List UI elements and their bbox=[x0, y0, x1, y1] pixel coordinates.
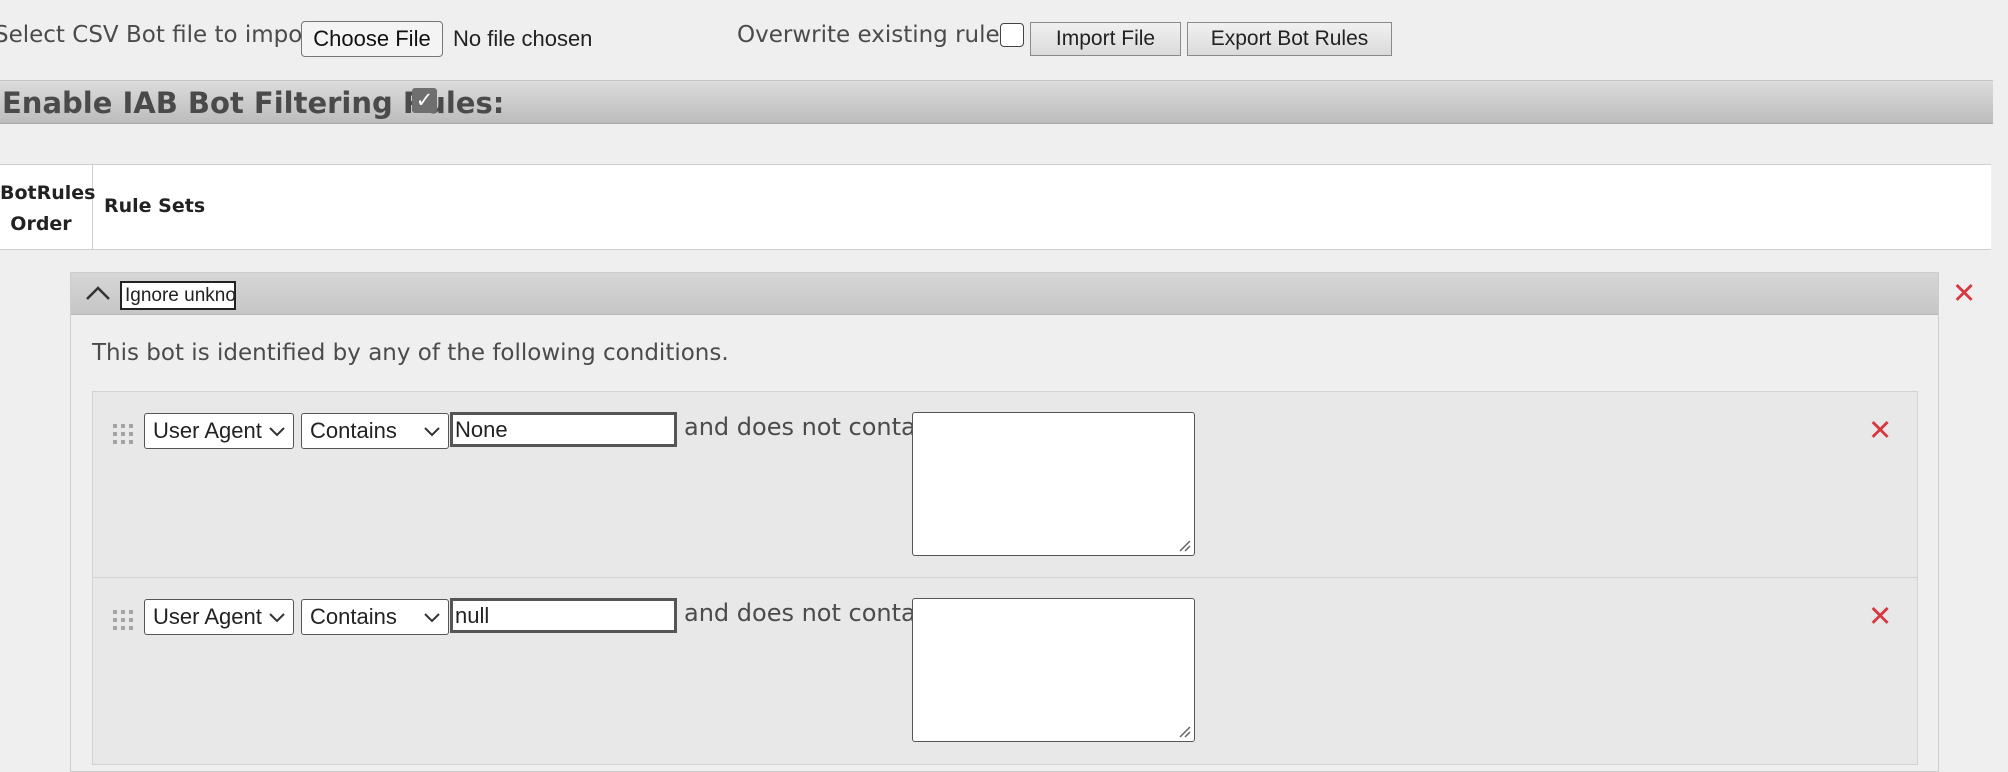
field-select[interactable]: User Agent bbox=[144, 413, 294, 449]
header-rule-sets: Rule Sets bbox=[104, 195, 206, 217]
remove-rule-set-close-icon[interactable]: ✕ bbox=[1952, 276, 1976, 310]
operator-select-value: Contains bbox=[310, 418, 397, 443]
choose-file-button[interactable]: Choose File bbox=[301, 21, 443, 57]
operator-select[interactable]: Contains bbox=[301, 413, 449, 449]
rule-set-header bbox=[71, 273, 1938, 315]
export-bot-rules-button[interactable]: Export Bot Rules bbox=[1187, 22, 1392, 56]
overwrite-rules-label: Overwrite existing rules: bbox=[737, 22, 1020, 48]
chevron-down-icon bbox=[424, 613, 440, 623]
exclusions-textarea[interactable] bbox=[912, 412, 1195, 556]
contains-value-input[interactable]: None bbox=[450, 412, 677, 447]
exclusions-textarea[interactable] bbox=[912, 598, 1195, 742]
chevron-down-icon bbox=[269, 613, 285, 623]
operator-select-value: Contains bbox=[310, 604, 397, 629]
overwrite-rules-checkbox[interactable] bbox=[1000, 23, 1024, 47]
file-status-text: No file chosen bbox=[453, 26, 593, 51]
import-file-button[interactable]: Import File bbox=[1030, 22, 1181, 56]
remove-condition-close-icon[interactable]: ✕ bbox=[1868, 599, 1892, 633]
header-botrules-order: BotRules Order bbox=[0, 178, 96, 240]
field-select[interactable]: User Agent bbox=[144, 599, 294, 635]
drag-handle-icon[interactable] bbox=[113, 610, 134, 631]
resize-handle-icon[interactable] bbox=[1177, 724, 1191, 738]
drag-handle-icon[interactable] bbox=[113, 424, 134, 445]
conditions-description: This bot is identified by any of the fol… bbox=[92, 340, 729, 366]
does-not-contain-label: and does not contain bbox=[684, 413, 938, 441]
chevron-up-icon[interactable] bbox=[84, 283, 112, 303]
rules-table-header bbox=[0, 164, 1991, 250]
chevron-down-icon bbox=[269, 427, 285, 437]
resize-handle-icon[interactable] bbox=[1177, 538, 1191, 552]
header-divider bbox=[92, 164, 93, 250]
import-file-label: Select CSV Bot file to import: bbox=[0, 22, 329, 48]
iab-filtering-checkbox[interactable]: ✓ bbox=[412, 88, 437, 113]
operator-select[interactable]: Contains bbox=[301, 599, 449, 635]
field-select-value: User Agent bbox=[153, 418, 262, 443]
field-select-value: User Agent bbox=[153, 604, 262, 629]
does-not-contain-label: and does not contain bbox=[684, 599, 938, 627]
chevron-down-icon bbox=[424, 427, 440, 437]
header-order-line1: BotRules bbox=[0, 182, 96, 204]
contains-value-input[interactable]: null bbox=[450, 598, 677, 633]
header-order-line2: Order bbox=[10, 213, 72, 235]
rule-set-name-input[interactable]: Ignore unkno bbox=[120, 281, 236, 310]
remove-condition-close-icon[interactable]: ✕ bbox=[1868, 413, 1892, 447]
